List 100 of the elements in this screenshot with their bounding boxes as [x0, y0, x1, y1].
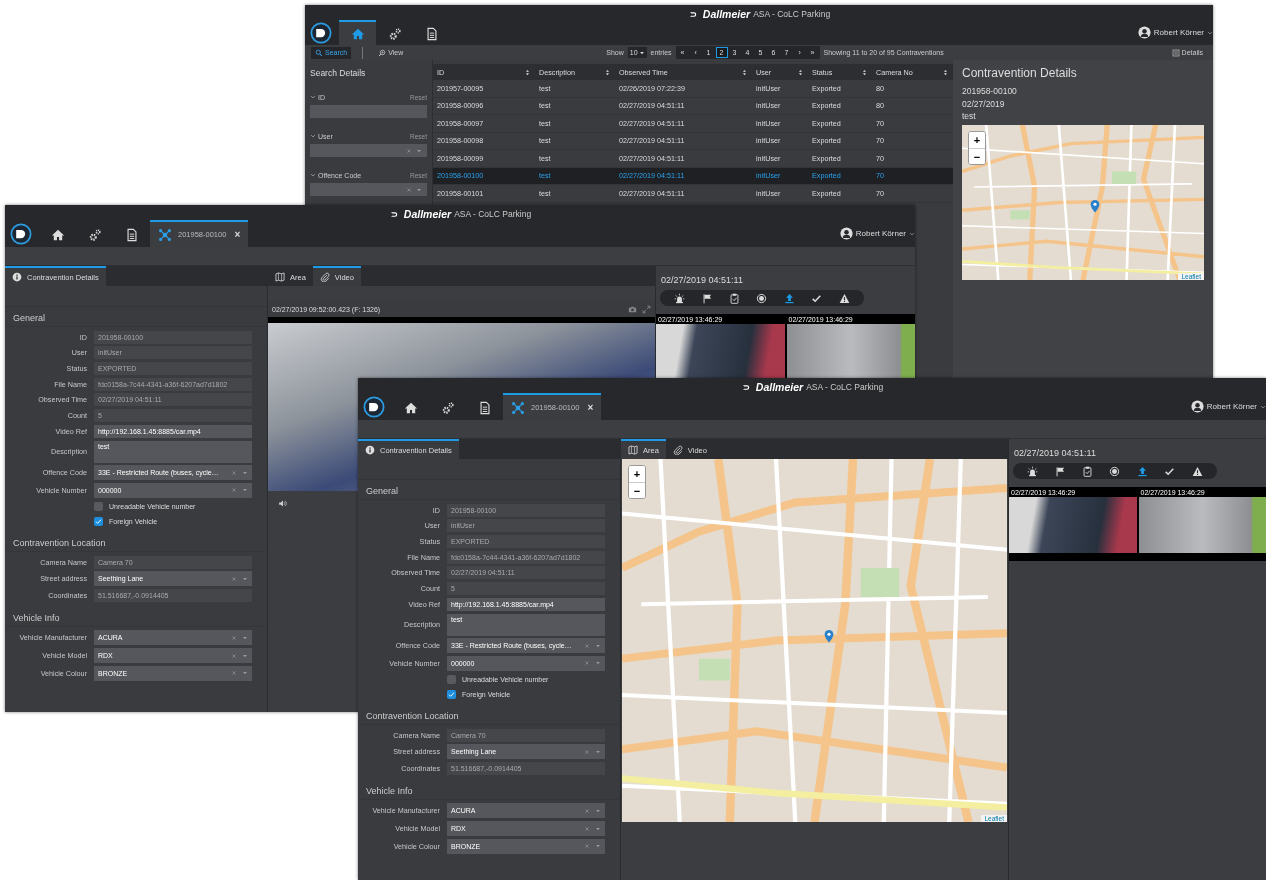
clear-icon [231, 634, 237, 641]
user-name[interactable]: Robert Körner [1206, 402, 1257, 411]
clear-icon [231, 670, 237, 677]
chevron-down-icon [310, 94, 316, 100]
panel-title: Contravention Details [962, 66, 1078, 80]
siren-icon [1027, 465, 1039, 477]
user-avatar-icon [1137, 26, 1151, 39]
caret-icon [242, 652, 248, 659]
clipboard-icon [1082, 465, 1094, 477]
section-heading: Vehicle Info [358, 779, 620, 800]
app-title: ASA - CoLC Parking [753, 9, 831, 20]
zoom-out-button[interactable]: − [629, 482, 645, 498]
checkbox[interactable] [94, 516, 103, 526]
list-icon [1171, 48, 1180, 57]
user-name[interactable]: Robert Körner [855, 229, 906, 238]
gears-icon [440, 400, 455, 415]
siren-icon [674, 292, 686, 304]
search-icon [315, 48, 323, 57]
observed-time: 02/27/2019 04:51:11 [660, 274, 744, 287]
gears-icon [387, 26, 402, 41]
map-icon [275, 272, 285, 282]
user-avatar-icon [839, 227, 853, 240]
record-icon [1109, 465, 1121, 477]
sort-icon [524, 68, 531, 76]
brand-name: Dallmeier [755, 381, 804, 393]
sort-icon [861, 68, 868, 76]
chevron-down-icon [1260, 403, 1266, 410]
checkbox[interactable] [447, 689, 456, 699]
document-icon [124, 227, 139, 242]
caret-icon [242, 670, 248, 677]
caret-icon [595, 825, 601, 832]
text-field[interactable] [310, 105, 427, 118]
app-title: ASA - CoLC Parking [806, 382, 884, 393]
upload-icon [783, 292, 795, 304]
sort-icon [797, 68, 804, 76]
user-avatar-icon [1190, 400, 1204, 413]
network-icon [511, 400, 525, 415]
chevron-down-icon [1207, 29, 1213, 36]
gears-icon [87, 227, 102, 242]
document-icon [477, 400, 492, 415]
caret-icon [416, 186, 422, 193]
magnifier-icon [378, 48, 387, 57]
section-heading: General [5, 307, 267, 327]
check-icon [95, 517, 102, 525]
check-icon [448, 690, 455, 698]
flag-icon [1054, 465, 1066, 477]
clear-icon [584, 748, 590, 755]
user-name[interactable]: Robert Körner [1153, 28, 1204, 37]
section-heading: Vehicle Info [5, 606, 267, 627]
paperclip-icon [672, 445, 683, 455]
app-title: ASA - CoLC Parking [454, 209, 532, 220]
clear-icon [584, 660, 590, 667]
clear-icon [406, 186, 412, 193]
checkbox[interactable] [94, 502, 103, 512]
brand-name: Dallmeier [702, 8, 751, 20]
caret-icon [595, 748, 601, 755]
sort-icon [942, 68, 949, 76]
caret-icon [595, 843, 601, 850]
section-heading: Contravention Location [358, 704, 620, 725]
check-icon [1164, 465, 1176, 477]
home-icon [403, 400, 418, 415]
checkbox[interactable] [447, 675, 456, 685]
map-icon [628, 445, 638, 455]
chevron-down-icon [310, 133, 316, 139]
caret-icon [595, 807, 601, 814]
clear-icon [584, 825, 590, 832]
caret-icon [638, 49, 645, 56]
section-heading: General [358, 480, 620, 500]
detail-text: 201958-00100 [962, 85, 1018, 98]
panel-title: Search Details [310, 68, 367, 78]
clear-icon [406, 147, 412, 154]
chevron-down-icon [310, 172, 316, 178]
clear-icon [231, 487, 237, 494]
upload-icon [1136, 465, 1148, 477]
document-icon [424, 26, 439, 41]
chevron-down-icon [909, 230, 915, 237]
expand-icon [642, 304, 651, 314]
caret-icon [595, 642, 601, 649]
caret-icon [242, 634, 248, 641]
paperclip-icon [319, 272, 330, 282]
info-icon [12, 272, 22, 282]
caret-icon [242, 487, 248, 494]
caret-icon [416, 147, 422, 154]
close-button[interactable]: × [234, 229, 241, 240]
clear-icon [231, 469, 237, 476]
check-icon [811, 292, 823, 304]
info-icon [365, 445, 375, 455]
close-button[interactable]: × [587, 402, 594, 413]
caret-icon [595, 660, 601, 667]
sort-icon [741, 68, 748, 76]
clear-icon [584, 843, 590, 850]
flag-icon [701, 292, 713, 304]
detail-text: 02/27/2019 [962, 97, 1006, 110]
network-icon [158, 227, 172, 242]
clear-icon [231, 575, 237, 582]
clipboard-icon [729, 292, 741, 304]
caret-icon [242, 575, 248, 582]
caret-icon [242, 469, 248, 476]
brand-name: Dallmeier [403, 208, 452, 220]
record-icon [756, 292, 768, 304]
